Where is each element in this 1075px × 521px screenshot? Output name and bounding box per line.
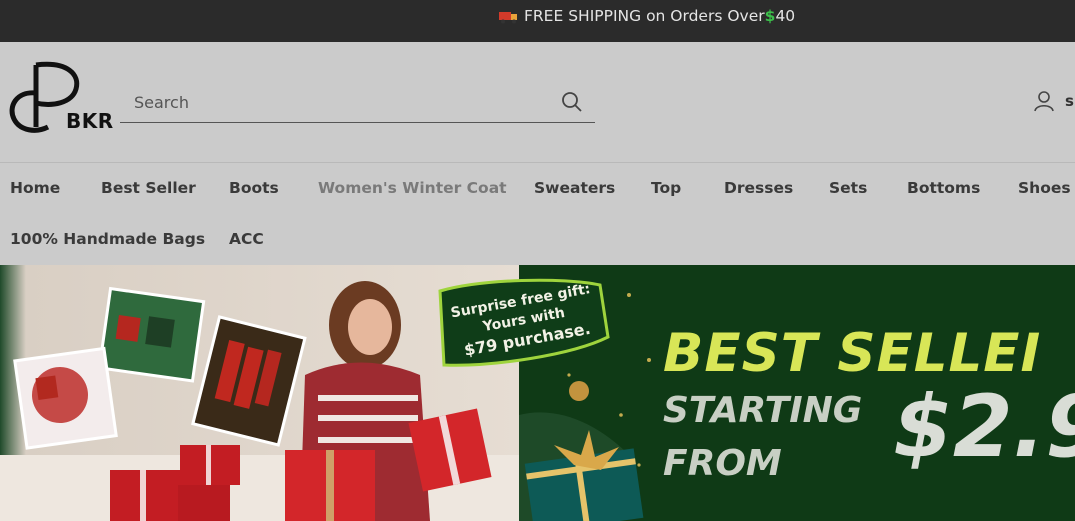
announcement-label: FREE SHIPPING on Orders Over [524, 7, 765, 25]
hero-from: FROM [663, 443, 782, 484]
nav-item-handmade-bags[interactable]: 100% Handmade Bags [10, 230, 205, 248]
user-icon [1033, 90, 1055, 112]
dollar-icon: $ [764, 7, 776, 25]
truck-icon [499, 9, 519, 24]
search-bar [120, 82, 595, 123]
hero-banner[interactable]: Surprise free gift: Yours with $79 purch… [0, 265, 1075, 521]
nav-item-womens-winter-coat[interactable]: Women's Winter Coat [318, 179, 507, 197]
nav-item-top[interactable]: Top [651, 179, 681, 197]
brand-logo[interactable]: BKR [8, 57, 114, 135]
nav-item-acc[interactable]: ACC [229, 230, 264, 248]
hero-price: $2.9 [893, 377, 1075, 477]
nav-item-boots[interactable]: Boots [229, 179, 279, 197]
logo-text: BKR [66, 109, 114, 133]
account-label: si [1065, 92, 1075, 110]
search-input[interactable] [132, 90, 546, 114]
nav-item-best-seller[interactable]: Best Seller [101, 179, 196, 197]
announcement-bar: FREE SHIPPING on Orders Over $ 40 [0, 0, 1075, 42]
search-icon[interactable] [561, 91, 583, 113]
nav-item-sweaters[interactable]: Sweaters [534, 179, 615, 197]
main-nav: Home Best Seller Boots Women's Winter Co… [0, 163, 1075, 265]
nav-item-bottoms[interactable]: Bottoms [907, 179, 980, 197]
nav-item-dresses[interactable]: Dresses [724, 179, 793, 197]
announcement-amount: 40 [775, 7, 796, 25]
nav-item-sets[interactable]: Sets [829, 179, 867, 197]
hero-starting: STARTING [663, 390, 863, 431]
nav-item-shoes[interactable]: Shoes [1018, 179, 1071, 197]
nav-item-home[interactable]: Home [10, 179, 60, 197]
site-header: BKR si [0, 42, 1075, 163]
hero-headline: BEST SELLEI [663, 323, 1042, 384]
account-link[interactable]: si [1033, 90, 1075, 112]
announcement-text: FREE SHIPPING on Orders Over $ 40 [499, 6, 795, 26]
